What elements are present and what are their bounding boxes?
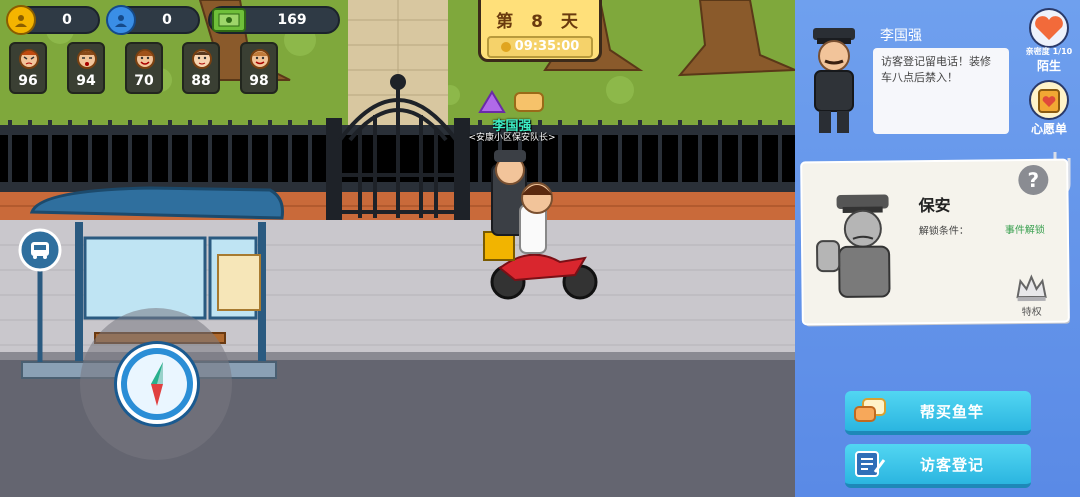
diamond-counter: 0: [106, 5, 200, 35]
gold-coin-icon: [6, 5, 36, 35]
resident-neutral-icon: [192, 49, 212, 69]
compass-joystick-knob[interactable]: [117, 344, 197, 424]
affinity-status: 陌生: [1036, 59, 1061, 73]
resident-slot-2[interactable]: 94: [67, 42, 105, 94]
day-label: 第 8 天: [496, 12, 584, 32]
cash-counter: 169: [208, 6, 340, 34]
resident-angry-icon: [19, 49, 39, 69]
crown-icon[interactable]: [1014, 273, 1048, 303]
gold-value: 0: [62, 12, 72, 28]
npc-speech-bubble: 访客登记留电话！装修车八点后禁入！: [873, 48, 1009, 134]
gold-counter: 0: [6, 5, 100, 35]
buy-fishing-rod-button[interactable]: 帮买鱼竿: [845, 391, 1031, 435]
diamond-value: 0: [162, 12, 172, 28]
compass-icon: [127, 354, 187, 414]
resident-tired-icon: [77, 49, 97, 69]
resident-smile-icon: [250, 49, 270, 69]
resident-slot-4[interactable]: 88: [182, 42, 220, 94]
privilege-label: 特权: [1021, 306, 1042, 319]
alert-icon[interactable]: [478, 89, 506, 115]
affinity-label: 亲密度 1/10: [1025, 47, 1073, 56]
resident-slot-5[interactable]: 98: [240, 42, 278, 94]
chat-icon[interactable]: [513, 90, 545, 114]
resident-value: 98: [249, 73, 269, 89]
bus-stop-icon: [28, 240, 52, 260]
clock-icon: [500, 41, 511, 52]
role-card: 保安 解锁条件： 事件解锁 ? 特权: [802, 160, 1068, 324]
npc-panel: 李国强 访客登记留电话！装修车八点后禁入！ 亲密度 1/10 陌生 心愿单 保安…: [795, 0, 1080, 497]
day-card: 第 8 天 09:35:00: [478, 0, 602, 62]
panel-npc-name: 李国强: [880, 28, 922, 44]
blue-coin-icon: [106, 5, 136, 35]
resident-value: 70: [134, 73, 154, 89]
cash-stack-icon: [212, 8, 246, 32]
resident-slot-1[interactable]: 96: [9, 42, 47, 94]
visitor-register-label: 访客登记: [919, 455, 984, 474]
clock: 09:35:00: [487, 36, 593, 58]
unlock-condition-value: 事件解锁: [1004, 224, 1045, 237]
unlock-condition-label: 解锁条件：: [918, 225, 969, 238]
help-icon[interactable]: ?: [1018, 164, 1049, 196]
wishlist-button[interactable]: 心愿单: [1021, 80, 1077, 137]
role-name: 保安: [918, 195, 951, 216]
cash-value: 169: [277, 12, 307, 28]
wishlist-label: 心愿单: [1030, 122, 1067, 136]
resident-value: 88: [191, 73, 211, 89]
chat-bubbles-icon: [854, 398, 886, 422]
clock-time: 09:35:00: [514, 39, 580, 54]
resident-slot-3[interactable]: 70: [125, 42, 163, 94]
game-scene: 0 0 169 96 94 70 88 98 第 8 天 09:35:00 李国…: [0, 0, 795, 497]
register-form-icon: [855, 451, 886, 477]
resident-value: 94: [76, 73, 96, 89]
resident-value: 96: [18, 73, 38, 89]
guard-portrait: [813, 28, 855, 133]
resident-happy-icon: [135, 49, 155, 69]
wishlist-icon: [1029, 80, 1069, 120]
heart-icon: [1029, 8, 1069, 48]
npc-title-tag: <安康小区保安队长>: [468, 133, 556, 143]
affinity-indicator[interactable]: 亲密度 1/10 陌生: [1021, 8, 1077, 74]
buy-fishing-rod-label: 帮买鱼竿: [919, 402, 984, 421]
visitor-register-button[interactable]: 访客登记: [845, 444, 1031, 488]
guard-sketch-portrait: [816, 194, 891, 298]
